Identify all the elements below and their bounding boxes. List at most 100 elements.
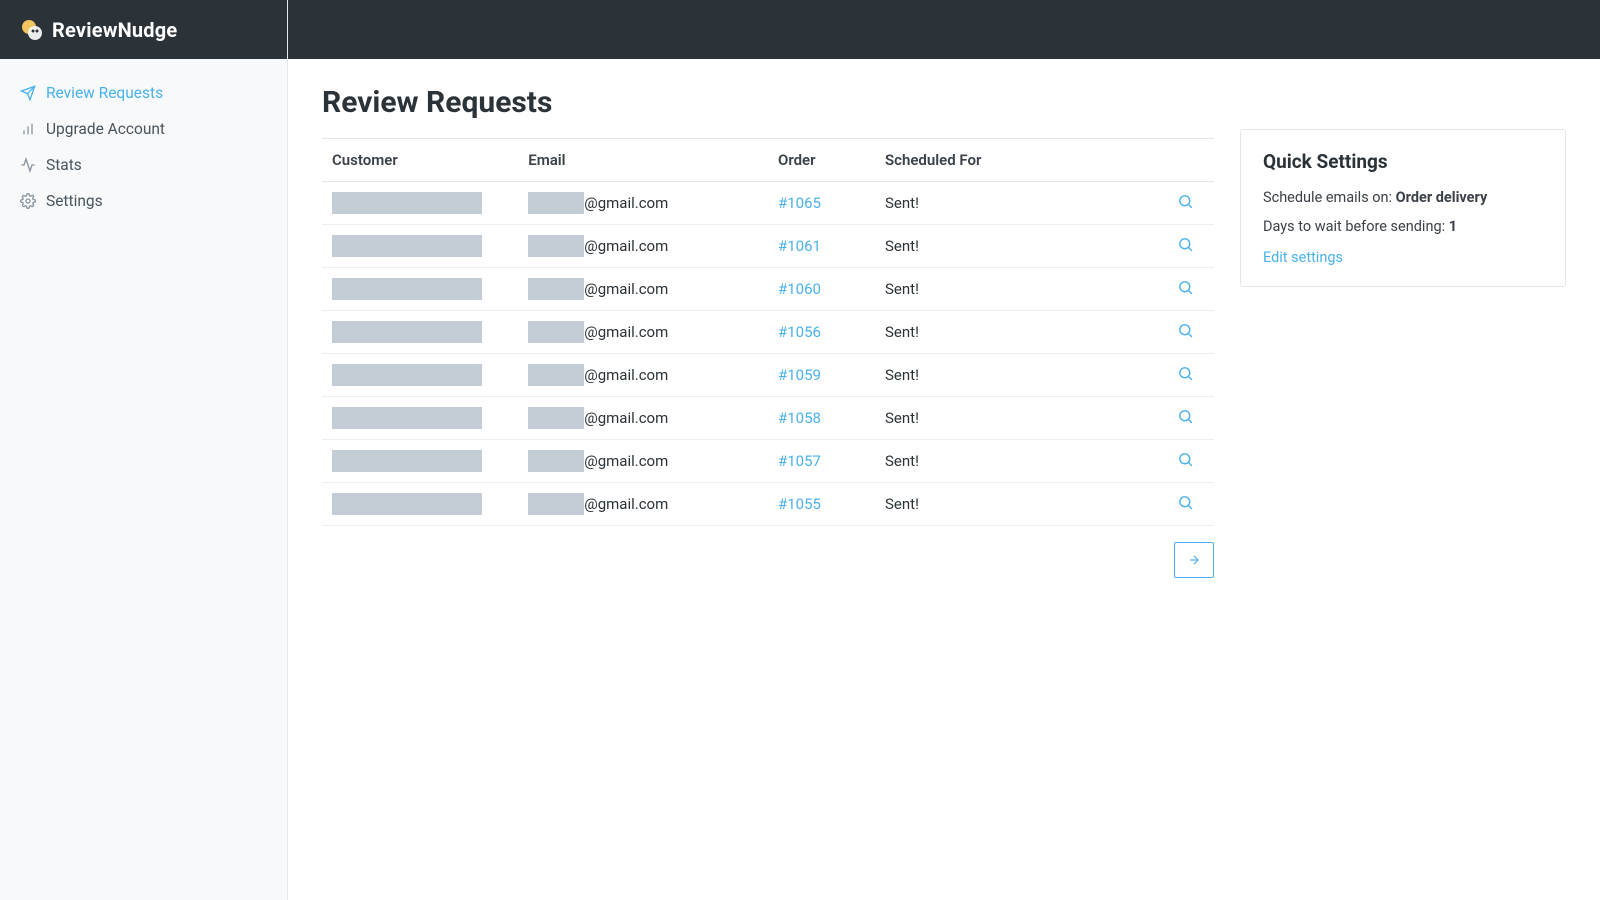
- email-redacted: [528, 450, 584, 472]
- email-suffix: @gmail.com: [584, 323, 668, 341]
- days-label: Days to wait before sending:: [1263, 218, 1449, 235]
- send-icon: [20, 85, 36, 101]
- view-details-button[interactable]: [1177, 279, 1194, 296]
- nav: Review Requests Upgrade Account Stats Se…: [0, 59, 287, 235]
- email-redacted: [528, 364, 584, 386]
- view-details-button[interactable]: [1177, 193, 1194, 210]
- topbar: [288, 0, 1600, 59]
- th-order: Order: [768, 139, 875, 182]
- view-details-button[interactable]: [1177, 451, 1194, 468]
- activity-icon: [20, 157, 36, 173]
- email-redacted: [528, 235, 584, 257]
- table-row: @gmail.com #1056 Sent!: [322, 311, 1214, 354]
- table-row: @gmail.com #1055 Sent!: [322, 483, 1214, 526]
- search-icon: [1177, 236, 1194, 253]
- th-customer: Customer: [322, 139, 518, 182]
- edit-settings-link[interactable]: Edit settings: [1263, 249, 1343, 266]
- order-link[interactable]: #1057: [778, 452, 821, 470]
- customer-redacted: [332, 278, 482, 300]
- status-text: Sent!: [885, 452, 919, 470]
- search-icon: [1177, 494, 1194, 511]
- sidebar: ReviewNudge Review Requests Upgrade Acco…: [0, 0, 288, 900]
- view-details-button[interactable]: [1177, 494, 1194, 511]
- quick-settings-title: Quick Settings: [1263, 150, 1543, 173]
- email-suffix: @gmail.com: [584, 495, 668, 513]
- email-redacted: [528, 278, 584, 300]
- next-page-button[interactable]: [1174, 542, 1214, 578]
- nav-upgrade-account[interactable]: Upgrade Account: [0, 111, 287, 147]
- order-link[interactable]: #1060: [778, 280, 821, 298]
- table-row: @gmail.com#1058Sent!: [322, 397, 1214, 440]
- email-suffix: @gmail.com: [584, 452, 668, 470]
- email-suffix: @gmail.com: [584, 280, 668, 298]
- search-icon: [1177, 322, 1194, 339]
- review-requests-table: Customer Email Order Scheduled For @gmai…: [322, 138, 1214, 526]
- view-details-button[interactable]: [1177, 236, 1194, 253]
- search-icon: [1177, 451, 1194, 468]
- view-details-button[interactable]: [1177, 322, 1194, 339]
- pager: [322, 526, 1214, 594]
- nav-label: Upgrade Account: [46, 120, 165, 138]
- search-icon: [1177, 408, 1194, 425]
- status-text: Sent!: [885, 194, 919, 212]
- customer-redacted: [332, 493, 482, 515]
- nav-settings[interactable]: Settings: [0, 183, 287, 219]
- search-icon: [1177, 365, 1194, 382]
- status-text: Sent!: [885, 409, 919, 427]
- days-value: 1: [1449, 218, 1457, 235]
- status-text: Sent!: [885, 323, 919, 341]
- order-link[interactable]: #1061: [778, 237, 821, 255]
- order-link[interactable]: #1065: [778, 194, 821, 212]
- email-redacted: [528, 192, 584, 214]
- nav-label: Settings: [46, 192, 103, 210]
- logo-bar: ReviewNudge: [0, 0, 287, 59]
- order-link[interactable]: #1055: [778, 495, 821, 513]
- order-link[interactable]: #1059: [778, 366, 821, 384]
- gear-icon: [20, 193, 36, 209]
- email-redacted: [528, 321, 584, 343]
- nav-label: Stats: [46, 156, 82, 174]
- brand-name: ReviewNudge: [52, 18, 177, 42]
- content: Review Requests Customer Email Order Sch…: [288, 59, 1600, 900]
- email-redacted: [528, 407, 584, 429]
- table-row: @gmail.com #1065 Sent!: [322, 182, 1214, 225]
- email-redacted: [528, 493, 584, 515]
- customer-redacted: [332, 192, 482, 214]
- customer-redacted: [332, 407, 482, 429]
- customer-redacted: [332, 364, 482, 386]
- customer-redacted: [332, 235, 482, 257]
- schedule-label: Schedule emails on:: [1263, 189, 1396, 206]
- email-suffix: @gmail.com: [584, 194, 668, 212]
- view-details-button[interactable]: [1177, 365, 1194, 382]
- email-suffix: @gmail.com: [584, 237, 668, 255]
- customer-redacted: [332, 450, 482, 472]
- chart-icon: [20, 121, 36, 137]
- schedule-value: Order delivery: [1396, 189, 1488, 206]
- page-title: Review Requests: [322, 85, 1214, 120]
- nav-label: Review Requests: [46, 84, 163, 102]
- table-row: @gmail.com #1057 Sent!: [322, 440, 1214, 483]
- email-suffix: @gmail.com: [584, 366, 668, 384]
- quick-settings-panel: Quick Settings Schedule emails on: Order…: [1240, 129, 1566, 287]
- days-row: Days to wait before sending: 1: [1263, 218, 1543, 235]
- nav-review-requests[interactable]: Review Requests: [0, 75, 287, 111]
- status-text: Sent!: [885, 495, 919, 513]
- search-icon: [1177, 279, 1194, 296]
- th-action: [1125, 139, 1214, 182]
- table-row: @gmail.com #1059 Sent!: [322, 354, 1214, 397]
- status-text: Sent!: [885, 366, 919, 384]
- customer-redacted: [332, 321, 482, 343]
- view-details-button[interactable]: [1177, 408, 1194, 425]
- table-row: @gmail.com #1061 Sent!: [322, 225, 1214, 268]
- table-row: @gmail.com #1060 Sent!: [322, 268, 1214, 311]
- th-scheduled: Scheduled For: [875, 139, 1125, 182]
- status-text: Sent!: [885, 280, 919, 298]
- order-link[interactable]: #1058: [778, 409, 821, 427]
- nav-stats[interactable]: Stats: [0, 147, 287, 183]
- th-email: Email: [518, 139, 768, 182]
- main: Review Requests Customer Email Order Sch…: [288, 0, 1600, 900]
- search-icon: [1177, 193, 1194, 210]
- schedule-row: Schedule emails on: Order delivery: [1263, 189, 1543, 206]
- order-link[interactable]: #1056: [778, 323, 821, 341]
- status-text: Sent!: [885, 237, 919, 255]
